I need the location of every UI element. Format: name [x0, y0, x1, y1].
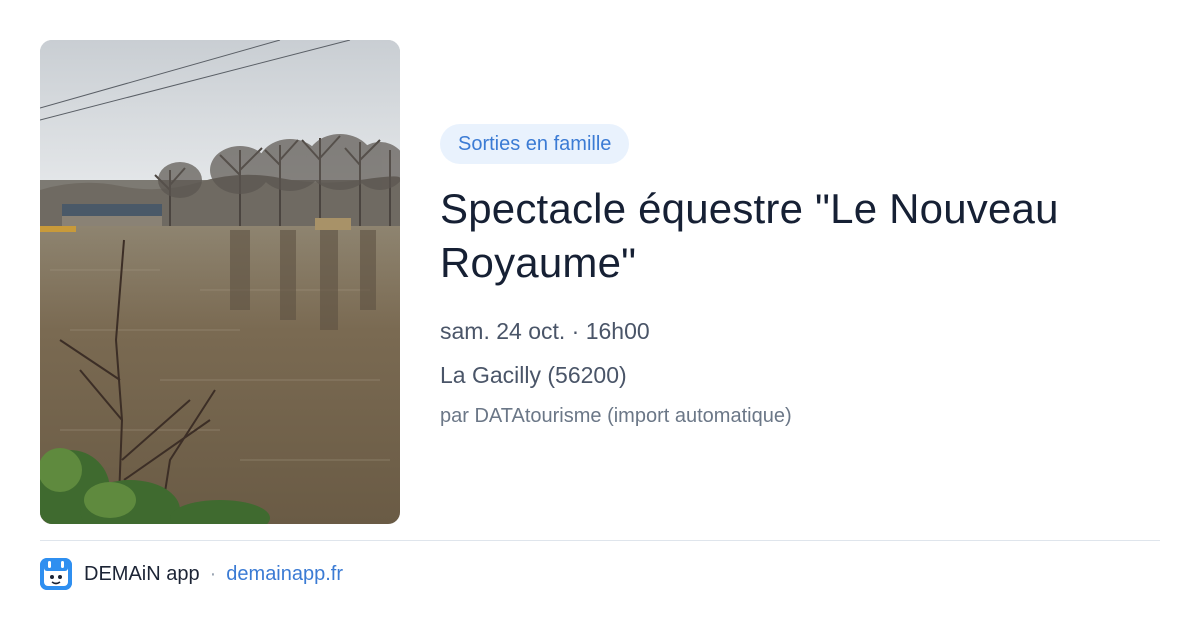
demain-app-icon[interactable]	[40, 558, 72, 590]
category-badge[interactable]: Sorties en famille	[440, 124, 630, 164]
footer-separator: ·	[209, 562, 217, 585]
event-organizer: par DATAtourisme (import automatique)	[440, 405, 792, 427]
app-name: DEMAiN app	[84, 562, 200, 585]
event-image[interactable]	[40, 40, 400, 524]
event-details: Sorties en famille Spectacle équestre "L…	[440, 124, 1160, 430]
footer-divider	[40, 540, 1160, 541]
event-datetime: sam. 24 oct. · 16h00	[440, 318, 650, 344]
domain-link[interactable]: demainapp.fr	[226, 563, 343, 586]
event-title[interactable]: Spectacle équestre "Le Nouveau Royaume"	[440, 182, 1160, 290]
footer: DEMAiN app · demainapp.fr	[40, 558, 343, 590]
event-card[interactable]: Sorties en famille Spectacle équestre "L…	[0, 0, 1200, 630]
flooded-field-photo	[40, 40, 400, 524]
event-location: La Gacilly (56200)	[440, 362, 627, 388]
